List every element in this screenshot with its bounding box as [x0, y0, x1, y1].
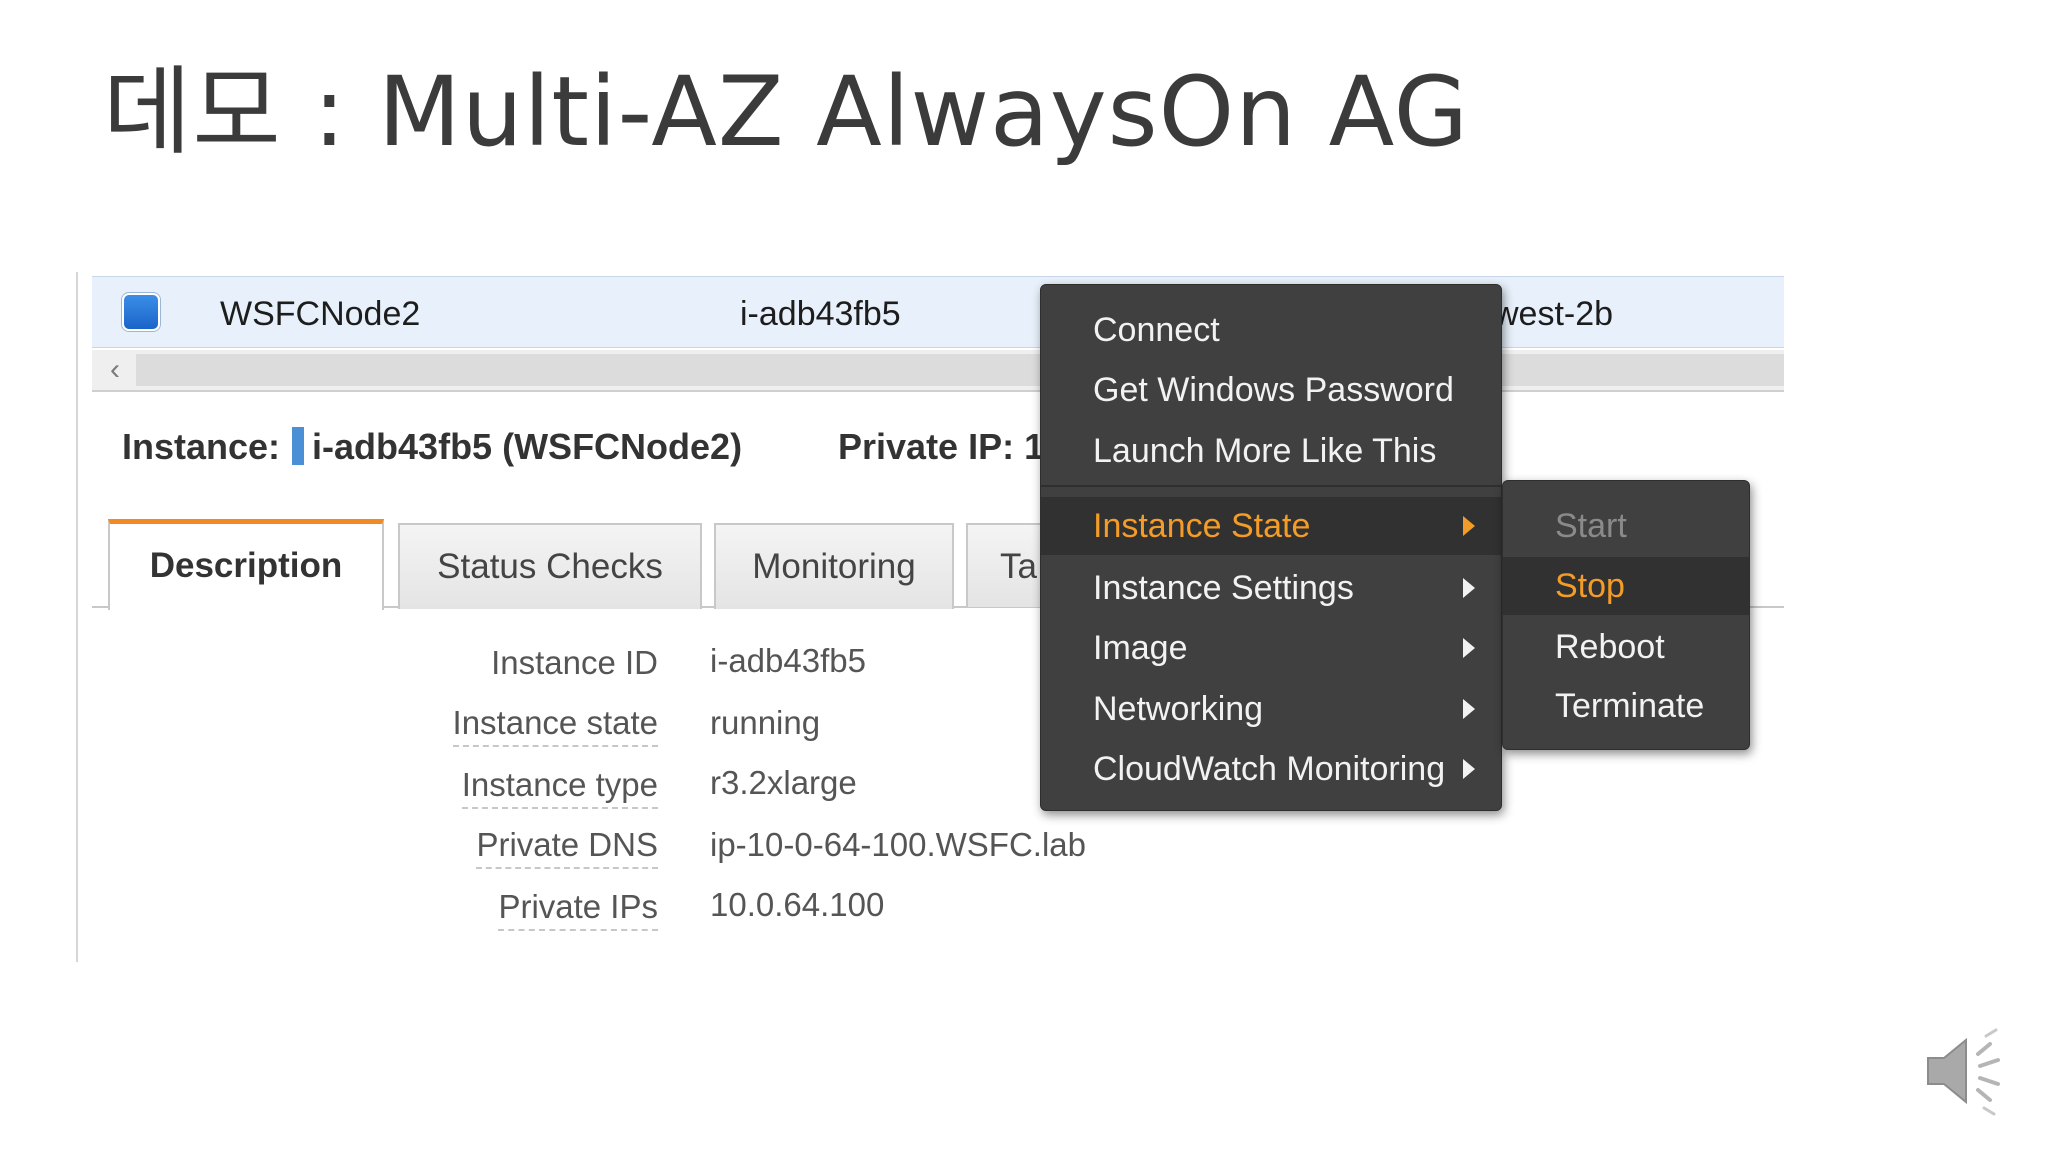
desc-value-private-dns: ip-10-0-64-100.WSFC.lab: [710, 826, 1086, 863]
submenu-arrow-icon: [1463, 516, 1475, 536]
menu-item-networking-label: Networking: [1093, 690, 1264, 728]
menu-item-instance-state[interactable]: Instance State: [1041, 497, 1501, 555]
desc-label-instance-id: Instance ID: [491, 644, 658, 681]
desc-label-private-dns: Private DNS: [358, 826, 658, 869]
desc-label-instance-state: Instance state: [358, 704, 658, 747]
menu-item-cloudwatch-monitoring-label: CloudWatch Monitoring: [1093, 750, 1446, 788]
row-checkbox[interactable]: [122, 293, 160, 331]
submenu-item-start[interactable]: Start: [1503, 497, 1749, 555]
scroll-left-icon[interactable]: ‹: [100, 351, 130, 389]
horizontal-scrollbar[interactable]: ‹: [92, 350, 1784, 392]
menu-item-instance-settings-label: Instance Settings: [1093, 569, 1354, 607]
menu-item-connect[interactable]: Connect: [1041, 301, 1501, 359]
menu-item-instance-settings[interactable]: Instance Settings: [1041, 559, 1501, 617]
instance-detail-header: Instance: i-adb43fb5 (WSFCNode2): [122, 426, 742, 468]
instance-state-submenu: Start Stop Reboot Terminate: [1502, 480, 1750, 750]
menu-item-image-label: Image: [1093, 629, 1188, 667]
submenu-arrow-icon: [1463, 759, 1475, 779]
submenu-arrow-icon: [1463, 578, 1475, 598]
desc-value-instance-type: r3.2xlarge: [710, 764, 857, 801]
submenu-item-stop[interactable]: Stop: [1503, 557, 1749, 615]
menu-item-launch-more-like-this[interactable]: Launch More Like This: [1041, 422, 1501, 480]
desc-value-private-ips: 10.0.64.100: [710, 886, 885, 923]
instance-marker: [292, 427, 305, 465]
slide-title: 데모 : Multi-AZ AlwaysOn AG: [103, 56, 1469, 168]
menu-divider: [1041, 485, 1501, 487]
submenu-arrow-icon: [1463, 638, 1475, 658]
instance-id: i-adb43fb5: [740, 295, 901, 333]
console-border: [76, 272, 78, 962]
submenu-item-terminate[interactable]: Terminate: [1503, 677, 1749, 735]
submenu-item-reboot[interactable]: Reboot: [1503, 618, 1749, 676]
actions-context-menu: Connect Get Windows Password Launch More…: [1040, 284, 1502, 811]
private-ip-label: Private IP:: [838, 426, 1015, 467]
submenu-arrow-icon: [1463, 699, 1475, 719]
tab-status-checks[interactable]: Status Checks: [398, 523, 702, 609]
tab-monitoring[interactable]: Monitoring: [714, 523, 954, 609]
desc-label-private-ips: Private IPs: [358, 888, 658, 931]
menu-item-image[interactable]: Image: [1041, 619, 1501, 677]
scroll-track[interactable]: [136, 354, 1784, 386]
private-ip-header: Private IP: 1: [838, 426, 1044, 468]
availability-zone: west-2b: [1494, 295, 1614, 333]
menu-item-networking[interactable]: Networking: [1041, 680, 1501, 738]
desc-value-instance-id: i-adb43fb5: [710, 642, 866, 679]
tab-description[interactable]: Description: [108, 519, 384, 610]
menu-item-get-windows-password[interactable]: Get Windows Password: [1041, 361, 1501, 419]
menu-item-cloudwatch-monitoring[interactable]: CloudWatch Monitoring: [1041, 740, 1501, 798]
instance-name: WSFCNode2: [220, 295, 421, 333]
instance-detail-value: i-adb43fb5 (WSFCNode2): [312, 426, 743, 467]
speaker-icon[interactable]: [1920, 1026, 2010, 1116]
instance-label: Instance:: [122, 426, 281, 467]
menu-item-instance-state-label: Instance State: [1093, 507, 1311, 545]
instance-table-row[interactable]: WSFCNode2 i-adb43fb5 west-2b: [92, 276, 1784, 348]
desc-label-instance-type: Instance type: [358, 766, 658, 809]
desc-value-instance-state: running: [710, 704, 821, 741]
